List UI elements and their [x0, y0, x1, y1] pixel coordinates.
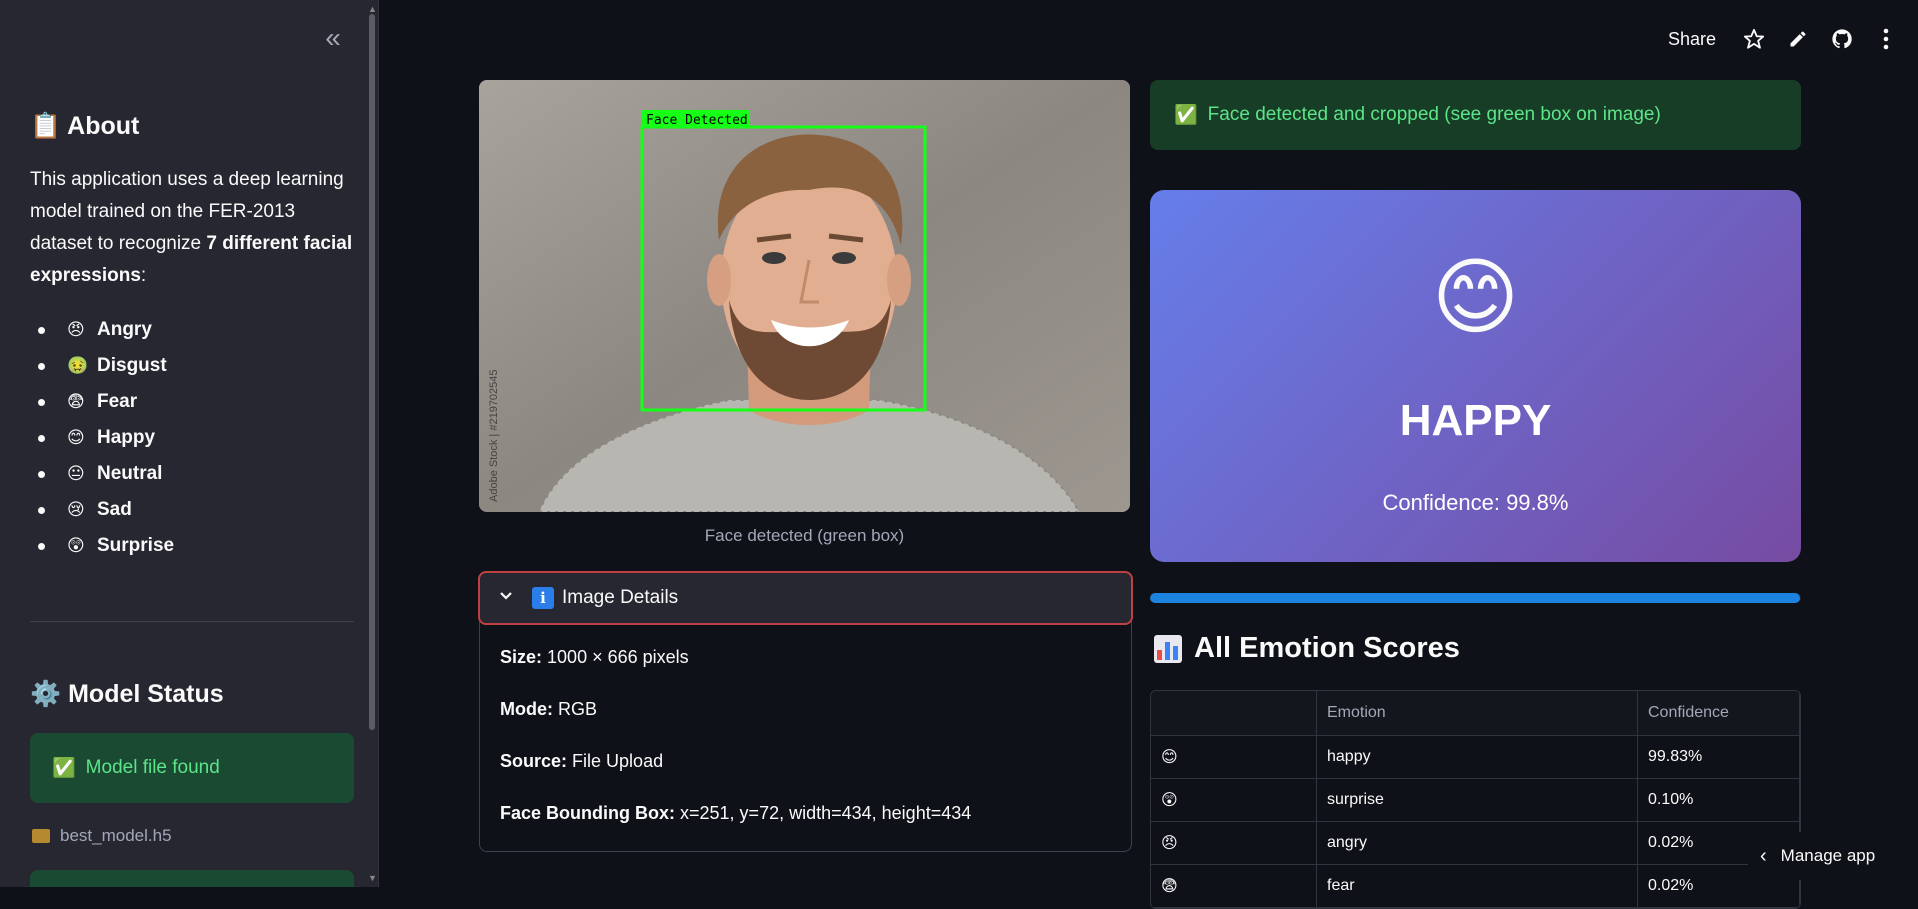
list-item: 😨 Fear: [30, 384, 174, 420]
detail-bbox: Face Bounding Box: x=251, y=72, width=43…: [500, 803, 972, 823]
scores-heading: All Emotion Scores: [1154, 632, 1460, 665]
table-row[interactable]: 😲 surprise 0.10%: [1151, 779, 1800, 822]
gear-icon: ⚙️: [30, 680, 62, 708]
folder-icon: [32, 829, 50, 843]
emoji-cell: 😊: [1151, 736, 1317, 779]
check-icon: ✅: [52, 758, 76, 779]
sidebar: « 📋 About This application uses a deep l…: [0, 0, 379, 887]
toolbar: Share: [1668, 20, 1918, 58]
uploaded-image: Face Detected Adobe Stock | #219702545: [479, 80, 1130, 512]
scroll-down-icon[interactable]: ▼: [368, 873, 377, 883]
list-item: 😐 Neutral: [30, 456, 174, 492]
confidence-cell: 99.83%: [1638, 736, 1800, 779]
about-text: This application uses a deep learning mo…: [30, 169, 353, 286]
manage-app-button[interactable]: ‹ Manage app: [1748, 832, 1918, 880]
fear-emoji-icon: 😨: [67, 392, 85, 411]
bar-chart-icon: [1154, 634, 1182, 663]
divider: [30, 621, 354, 622]
model-file: best_model.h5: [32, 826, 172, 846]
model-status-heading: ⚙️ Model Status: [30, 680, 224, 708]
list-item: 😠 Angry: [30, 312, 174, 348]
column-header[interactable]: Confidence: [1638, 691, 1800, 736]
confidence-progress-bar: [1150, 593, 1801, 603]
chevron-left-icon: ‹: [1760, 844, 1767, 867]
model-found-alert: ✅ Model file found: [30, 733, 354, 803]
emotion-scores-table: Emotion Confidence 😊 happy 99.83% 😲 surpris…: [1150, 690, 1801, 909]
column-header[interactable]: [1151, 691, 1317, 736]
list-item: 🤢 Disgust: [30, 348, 174, 384]
check-icon: ✅: [1174, 105, 1198, 126]
chevron-down-icon: [498, 588, 518, 609]
emoji-cell: 😠: [1151, 822, 1317, 865]
about-heading: 📋 About: [30, 112, 140, 140]
watermark: Adobe Stock | #219702545: [488, 369, 500, 502]
image-caption: Face detected (green box): [704, 526, 905, 545]
list-item: 😢 Sad: [30, 492, 174, 528]
face-detected-alert: ✅ Face detected and cropped (see green b…: [1150, 80, 1801, 150]
prediction-card: 😊 HAPPY Confidence: 99.8%: [1150, 190, 1801, 562]
surprise-emoji-icon: 😲: [67, 536, 85, 555]
confidence-cell: 0.10%: [1638, 779, 1800, 822]
confidence-text: Confidence: 99.8%: [1382, 490, 1569, 515]
portrait-photo: Face Detected Adobe Stock | #219702545: [479, 80, 1130, 512]
info-icon: i: [532, 587, 554, 609]
table-header-row: Emotion Confidence: [1151, 691, 1800, 736]
pencil-icon[interactable]: [1786, 27, 1810, 51]
clipboard-icon: 📋: [30, 112, 62, 140]
scroll-up-icon[interactable]: ▲: [368, 4, 377, 14]
list-item: 😲 Surprise: [30, 528, 174, 564]
happy-emoji-icon: 😊: [67, 428, 85, 447]
expander-title: Image Details: [562, 587, 679, 608]
share-button[interactable]: Share: [1668, 29, 1716, 50]
happy-emoji-icon: 😊: [1431, 250, 1520, 344]
column-header[interactable]: Emotion: [1317, 691, 1638, 736]
more-vertical-icon[interactable]: [1874, 27, 1898, 51]
detail-size: Size: 1000 × 666 pixels: [500, 647, 689, 667]
face-box-label: Face Detected: [646, 113, 748, 128]
predicted-emotion: HAPPY: [1399, 396, 1552, 445]
emotion-cell: happy: [1317, 736, 1638, 779]
sidebar-scrollbar[interactable]: ▲ ▼: [367, 0, 377, 887]
scrollbar-thumb[interactable]: [369, 14, 375, 730]
expander-header[interactable]: i Image Details: [478, 571, 1133, 625]
list-item: 😊 Happy: [30, 420, 174, 456]
details-content: Size: 1000 × 666 pixels Mode: RGB Source…: [500, 647, 971, 855]
emotion-cell: surprise: [1317, 779, 1638, 822]
sad-emoji-icon: 😢: [67, 500, 85, 519]
angry-emoji-icon: 😠: [67, 320, 85, 339]
table-row[interactable]: 😠 angry 0.02%: [1151, 822, 1800, 865]
neutral-emoji-icon: 😐: [67, 464, 85, 483]
image-details-expander: i Image Details Size: 1000 × 666 pixels …: [478, 571, 1133, 855]
table-row[interactable]: 😊 happy 99.83%: [1151, 736, 1800, 779]
emoji-cell: 😲: [1151, 779, 1317, 822]
detail-source: Source: File Upload: [500, 751, 664, 771]
github-icon[interactable]: [1830, 27, 1854, 51]
progress-fill: [1150, 593, 1800, 603]
status-alert-partial: [30, 870, 354, 887]
collapse-sidebar-icon[interactable]: «: [318, 24, 348, 54]
disgust-emoji-icon: 🤢: [67, 356, 89, 375]
star-icon[interactable]: [1742, 27, 1766, 51]
detail-mode: Mode: RGB: [500, 699, 598, 719]
emotion-list: 😠 Angry 🤢 Disgust 😨 Fear 😊 Happy 😐 Neutral 😢 S…: [30, 312, 174, 564]
emotion-cell: angry: [1317, 822, 1638, 865]
